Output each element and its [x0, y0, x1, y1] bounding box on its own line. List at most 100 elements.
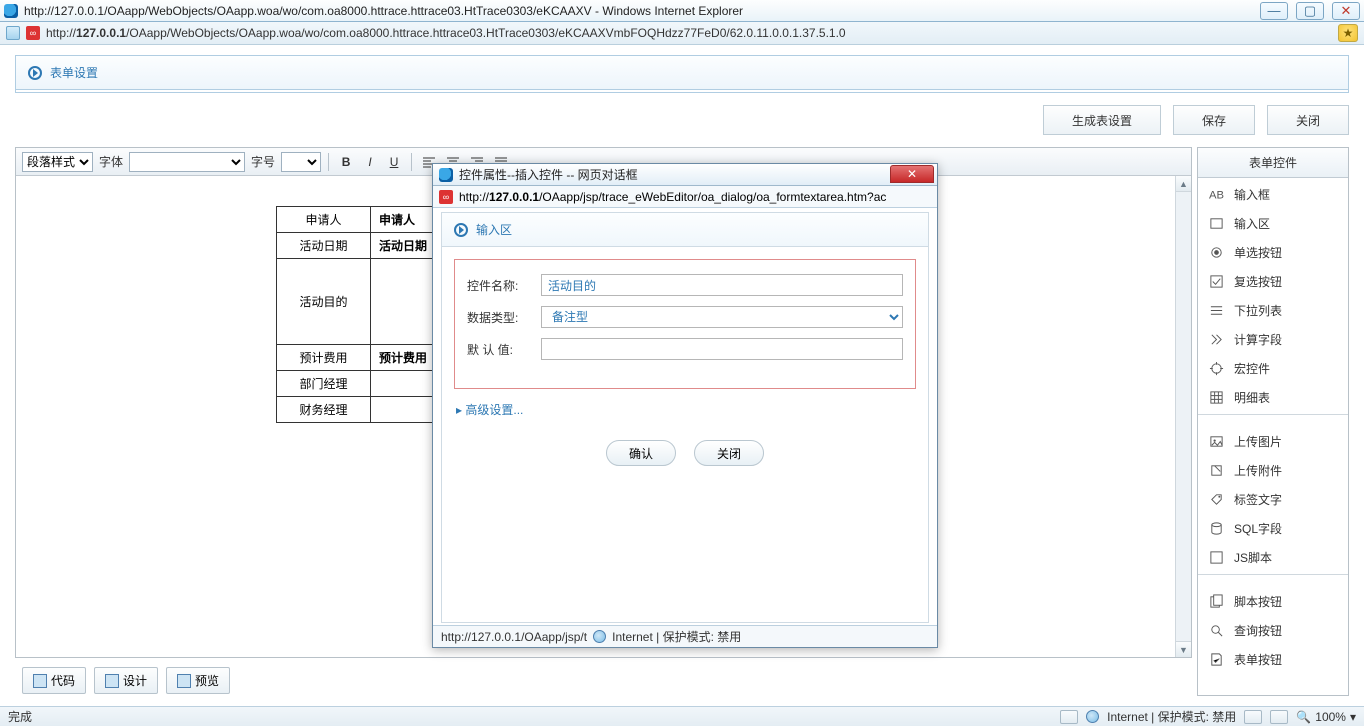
sidebar-item-label: 计算字段: [1234, 331, 1282, 348]
status-mode: Internet | 保护模式: 禁用: [1107, 708, 1236, 725]
dialog-close-button[interactable]: ✕: [890, 165, 934, 183]
sidebar-item[interactable]: 计算字段: [1198, 325, 1348, 354]
sidebar-item[interactable]: 单选按钮: [1198, 238, 1348, 267]
sidebar-item[interactable]: SQL字段: [1198, 514, 1348, 543]
control-icon: [1208, 245, 1224, 261]
ie-icon: [439, 168, 453, 182]
sidebar-item[interactable]: 表单按钮: [1198, 645, 1348, 674]
sidebar-item[interactable]: 宏控件: [1198, 354, 1348, 383]
favorites-button[interactable]: ★: [1338, 24, 1358, 42]
label-control-name: 控件名称:: [467, 277, 541, 294]
dialog-addressbar: ∞ http://127.0.0.1/OAapp/jsp/trace_eWebE…: [433, 186, 937, 208]
select-data-type[interactable]: 备注型: [541, 306, 903, 328]
input-control-name[interactable]: [541, 274, 903, 296]
sidebar-item-label: 上传附件: [1234, 462, 1282, 479]
maximize-button[interactable]: ▢: [1296, 2, 1324, 20]
sidebar-item-label: 上传图片: [1234, 433, 1282, 450]
control-icon: [1208, 492, 1224, 508]
bold-button[interactable]: B: [336, 152, 356, 172]
save-button[interactable]: 保存: [1173, 105, 1255, 135]
vertical-scrollbar[interactable]: ▲ ▼: [1175, 176, 1191, 657]
ie-icon: [4, 4, 18, 18]
sidebar-item[interactable]: 上传附件: [1198, 456, 1348, 485]
globe-icon: [1086, 710, 1099, 723]
dialog-ok-button[interactable]: 确认: [606, 440, 676, 466]
control-icon: [1208, 303, 1224, 319]
minimize-button[interactable]: —: [1260, 2, 1288, 20]
font-family-select[interactable]: [129, 152, 245, 172]
address-url[interactable]: http://127.0.0.1/OAapp/WebObjects/OAapp.…: [46, 26, 846, 40]
italic-button[interactable]: I: [360, 152, 380, 172]
page-title: 表单设置: [50, 64, 98, 81]
table-cell-key: 活动目的: [277, 259, 371, 345]
control-icon: [1208, 390, 1224, 406]
zoom-control[interactable]: 🔍 100% ▾: [1296, 710, 1356, 724]
paragraph-style-select[interactable]: 段落样式: [22, 152, 93, 172]
preview-icon: [177, 674, 191, 688]
table-cell-key: 财务经理: [277, 397, 371, 423]
sidebar-item[interactable]: 上传图片: [1198, 427, 1348, 456]
table-cell-key: 预计费用: [277, 345, 371, 371]
sidebar-title: 表单控件: [1198, 148, 1348, 178]
underline-button[interactable]: U: [384, 152, 404, 172]
sidebar-item[interactable]: 标签文字: [1198, 485, 1348, 514]
dialog-form: 控件名称: 数据类型: 备注型 默 认 值:: [454, 259, 916, 389]
sidebar-item[interactable]: 输入区: [1198, 209, 1348, 238]
table-cell-key: 部门经理: [277, 371, 371, 397]
sidebar-item-label: 明细表: [1234, 389, 1270, 406]
dialog-section-title: 输入区: [476, 221, 512, 238]
control-icon: ABC: [1208, 187, 1224, 203]
favicon-icon: ∞: [439, 190, 453, 204]
advanced-settings-link[interactable]: ▸ 高级设置...: [456, 401, 914, 418]
sidebar-item[interactable]: 下拉列表: [1198, 296, 1348, 325]
svg-text:ABC: ABC: [1209, 189, 1224, 201]
status-chip[interactable]: [1270, 710, 1288, 724]
sidebar-item[interactable]: 明细表: [1198, 383, 1348, 412]
design-icon: [105, 674, 119, 688]
globe-icon: [593, 630, 606, 643]
tab-preview[interactable]: 预览: [166, 667, 230, 694]
table-cell-key: 活动日期: [277, 233, 371, 259]
control-icon: [1208, 216, 1224, 232]
sidebar-item[interactable]: 脚本按钮: [1198, 587, 1348, 616]
control-icon: [1208, 550, 1224, 566]
window-title: http://127.0.0.1/OAapp/WebObjects/OAapp.…: [24, 4, 743, 18]
dialog-cancel-button[interactable]: 关闭: [694, 440, 764, 466]
status-chip[interactable]: [1244, 710, 1262, 724]
control-icon: [1208, 274, 1224, 290]
close-window-button[interactable]: ✕: [1332, 2, 1360, 20]
label-default: 默 认 值:: [467, 341, 541, 358]
label-data-type: 数据类型:: [467, 309, 541, 326]
sidebar-item-label: 单选按钮: [1234, 244, 1282, 261]
size-label: 字号: [251, 153, 275, 170]
generate-button[interactable]: 生成表设置: [1043, 105, 1161, 135]
dialog-status-url: http://127.0.0.1/OAapp/jsp/t: [441, 630, 587, 644]
tab-code[interactable]: 代码: [22, 667, 86, 694]
sidebar-item[interactable]: 查询按钮: [1198, 616, 1348, 645]
sidebar-item-label: 脚本按钮: [1234, 593, 1282, 610]
sidebar: 表单控件 ABC输入框输入区单选按钮复选按钮下拉列表计算字段宏控件明细表 上传图…: [1197, 147, 1349, 696]
browser-statusbar: 完成 Internet | 保护模式: 禁用 🔍 100% ▾: [0, 706, 1364, 726]
scroll-down-button[interactable]: ▼: [1176, 641, 1191, 657]
sidebar-item-label: 复选按钮: [1234, 273, 1282, 290]
scroll-up-button[interactable]: ▲: [1176, 176, 1191, 192]
input-default[interactable]: [541, 338, 903, 360]
sidebar-item-label: 宏控件: [1234, 360, 1270, 377]
close-button[interactable]: 关闭: [1267, 105, 1349, 135]
control-icon: [1208, 521, 1224, 537]
font-size-select[interactable]: [281, 152, 321, 172]
favicon-icon: ∞: [26, 26, 40, 40]
address-bar: ∞ http://127.0.0.1/OAapp/WebObjects/OAap…: [0, 22, 1364, 45]
sidebar-item-label: 输入区: [1234, 215, 1270, 232]
control-icon: [1208, 652, 1224, 668]
code-icon: [33, 674, 47, 688]
sidebar-item[interactable]: 复选按钮: [1198, 267, 1348, 296]
sidebar-item-label: 查询按钮: [1234, 622, 1282, 639]
control-icon: [1208, 594, 1224, 610]
dialog-section-header: 输入区: [442, 213, 928, 247]
sidebar-item[interactable]: JS脚本: [1198, 543, 1348, 572]
shield-icon[interactable]: [6, 26, 20, 40]
sidebar-item-label: 标签文字: [1234, 491, 1282, 508]
tab-design[interactable]: 设计: [94, 667, 158, 694]
sidebar-item[interactable]: ABC输入框: [1198, 180, 1348, 209]
